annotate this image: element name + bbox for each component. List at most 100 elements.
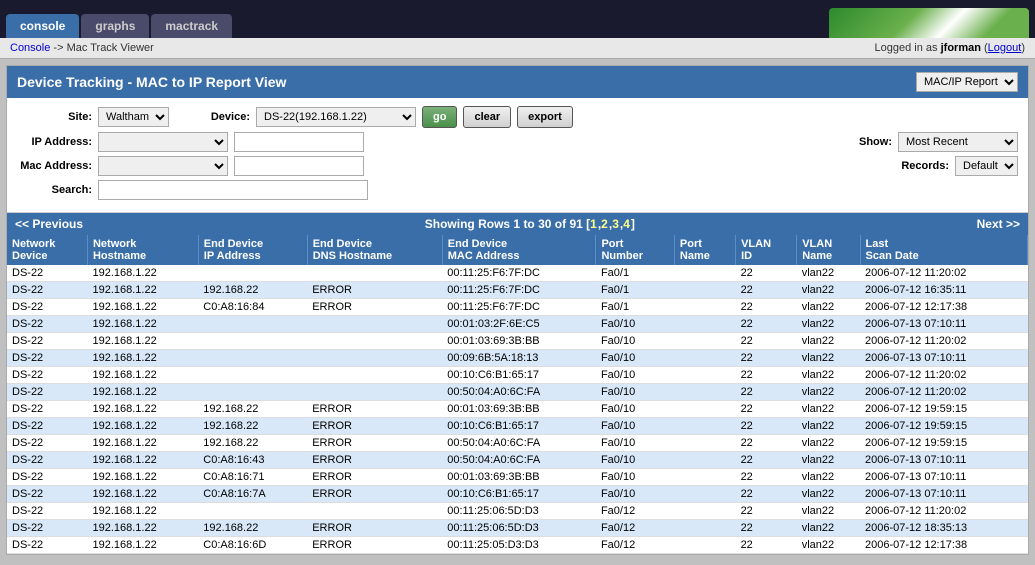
table-cell: 192.168.1.22: [87, 503, 198, 520]
table-cell: 00:01:03:69:3B:BB: [442, 401, 596, 418]
mac-label: Mac Address:: [17, 160, 92, 172]
table-row: DS-22192.168.1.22192.168.22ERROR00:11:25…: [7, 282, 1028, 299]
table-cell: vlan22: [797, 316, 860, 333]
table-cell: Fa0/10: [596, 486, 674, 503]
show-select[interactable]: Most Recent All: [898, 132, 1018, 152]
table-cell: 2006-07-12 11:20:02: [860, 265, 1028, 282]
login-prefix: Logged in as: [875, 42, 941, 54]
table-row: DS-22192.168.1.22C0:A8:16:84ERROR00:11:2…: [7, 299, 1028, 316]
breadcrumb-bar: Console -> Mac Track Viewer Logged in as…: [0, 38, 1035, 59]
table-cell: 192.168.22: [198, 520, 307, 537]
table-cell: 2006-07-12 12:17:38: [860, 537, 1028, 554]
data-table: NetworkDevice NetworkHostname End Device…: [7, 235, 1028, 554]
export-button[interactable]: export: [517, 106, 573, 128]
table-cell: 192.168.22: [198, 401, 307, 418]
table-cell: 00:01:03:69:3B:BB: [442, 333, 596, 350]
table-cell: 22: [736, 401, 797, 418]
table-cell: 22: [736, 418, 797, 435]
ip-input[interactable]: [234, 132, 364, 152]
table-cell: Fa0/10: [596, 469, 674, 486]
site-select[interactable]: Waltham: [98, 107, 169, 127]
table-row: DS-22192.168.1.2200:11:25:F6:7F:DCFa0/12…: [7, 265, 1028, 282]
table-body: DS-22192.168.1.2200:11:25:F6:7F:DCFa0/12…: [7, 265, 1028, 554]
table-row: DS-22192.168.1.2200:11:25:06:5D:D3Fa0/12…: [7, 503, 1028, 520]
table-row: DS-22192.168.1.22C0:A8:16:71ERROR00:01:0…: [7, 469, 1028, 486]
table-cell: [307, 384, 442, 401]
table-cell: [198, 316, 307, 333]
table-cell: C0:A8:16:43: [198, 452, 307, 469]
page-2-link[interactable]: 2: [601, 217, 608, 231]
table-cell: 2006-07-12 11:20:02: [860, 333, 1028, 350]
table-cell: 2006-07-13 07:10:11: [860, 350, 1028, 367]
mac-input[interactable]: [234, 156, 364, 176]
table-cell: 2006-07-12 12:17:38: [860, 299, 1028, 316]
table-cell: 22: [736, 452, 797, 469]
nav-tab-graphs[interactable]: graphs: [81, 14, 149, 38]
logout-link[interactable]: Logout: [988, 42, 1022, 54]
col-vlan-name: VLANName: [797, 235, 860, 265]
table-cell: Fa0/10: [596, 384, 674, 401]
device-select[interactable]: DS-22(192.168.1.22): [256, 107, 416, 127]
table-cell: 192.168.1.22: [87, 435, 198, 452]
table-cell: C0:A8:16:7A: [198, 486, 307, 503]
col-port-number: PortNumber: [596, 235, 674, 265]
prev-link[interactable]: << Previous: [15, 217, 83, 231]
table-cell: 00:01:03:69:3B:BB: [442, 469, 596, 486]
device-label: Device:: [175, 111, 250, 123]
page-1-link[interactable]: 1: [590, 217, 597, 231]
page-3-link[interactable]: 3: [612, 217, 619, 231]
table-cell: 192.168.22: [198, 418, 307, 435]
table-cell: 22: [736, 265, 797, 282]
table-cell: [674, 265, 735, 282]
table-cell: DS-22: [7, 469, 87, 486]
table-cell: [198, 384, 307, 401]
table-row: DS-22192.168.1.22C0:A8:16:6DERROR00:11:2…: [7, 537, 1028, 554]
table-cell: DS-22: [7, 401, 87, 418]
report-type-select[interactable]: MAC/IP Report: [916, 72, 1018, 92]
breadcrumb: Console -> Mac Track Viewer: [10, 42, 154, 54]
table-cell: ERROR: [307, 486, 442, 503]
table-cell: Fa0/10: [596, 452, 674, 469]
table-cell: [198, 350, 307, 367]
table-cell: DS-22: [7, 537, 87, 554]
table-cell: vlan22: [797, 333, 860, 350]
table-cell: 00:11:25:F6:7F:DC: [442, 265, 596, 282]
records-select[interactable]: Default 102050100: [955, 156, 1018, 176]
col-port-name: PortName: [674, 235, 735, 265]
table-cell: ERROR: [307, 452, 442, 469]
table-cell: vlan22: [797, 350, 860, 367]
table-cell: 192.168.1.22: [87, 384, 198, 401]
show-label: Show:: [817, 136, 892, 148]
table-cell: vlan22: [797, 503, 860, 520]
page-4-link[interactable]: 4: [623, 217, 630, 231]
table-section: << Previous Showing Rows 1 to 30 of 91 […: [7, 213, 1028, 554]
col-end-device-mac: End DeviceMAC Address: [442, 235, 596, 265]
table-cell: 192.168.1.22: [87, 537, 198, 554]
table-cell: [674, 384, 735, 401]
table-cell: Fa0/1: [596, 299, 674, 316]
table-cell: [307, 350, 442, 367]
table-cell: 22: [736, 350, 797, 367]
table-cell: DS-22: [7, 520, 87, 537]
table-cell: 00:50:04:A0:6C:FA: [442, 435, 596, 452]
mac-select[interactable]: [98, 156, 228, 176]
panel-title: Device Tracking - MAC to IP Report View: [17, 74, 286, 90]
table-cell: [307, 333, 442, 350]
table-cell: 22: [736, 503, 797, 520]
go-button[interactable]: go: [422, 106, 457, 128]
col-network-hostname: NetworkHostname: [87, 235, 198, 265]
table-cell: 00:11:25:F6:7F:DC: [442, 282, 596, 299]
col-end-device-ip: End DeviceIP Address: [198, 235, 307, 265]
table-cell: ERROR: [307, 401, 442, 418]
nav-tab-mactrack[interactable]: mactrack: [151, 14, 232, 38]
nav-tab-console[interactable]: console: [6, 14, 79, 38]
table-cell: DS-22: [7, 503, 87, 520]
ip-select[interactable]: [98, 132, 228, 152]
table-cell: vlan22: [797, 367, 860, 384]
clear-button[interactable]: clear: [463, 106, 511, 128]
breadcrumb-console-link[interactable]: Console: [10, 42, 50, 54]
search-input[interactable]: [98, 180, 368, 200]
table-cell: 00:09:6B:5A:18:13: [442, 350, 596, 367]
table-cell: DS-22: [7, 384, 87, 401]
next-link[interactable]: Next >>: [977, 217, 1020, 231]
